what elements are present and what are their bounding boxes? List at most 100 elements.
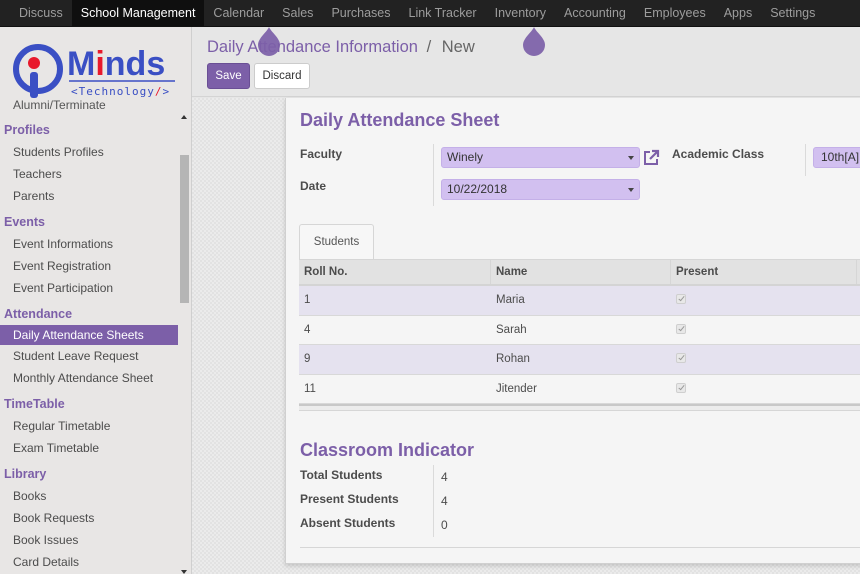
- scroll-up-arrow-icon[interactable]: [181, 115, 187, 119]
- nav-sales[interactable]: Sales: [273, 0, 322, 26]
- table-footer: [299, 404, 860, 411]
- total-students-label: Total Students: [300, 468, 383, 482]
- cell-present: [671, 375, 857, 404]
- sidebar-scrollbar[interactable]: [179, 105, 191, 574]
- sidebar-item-regular-timetable[interactable]: Regular Timetable: [0, 415, 178, 437]
- sidebar-section-events: Events: [4, 215, 45, 229]
- logo-graphic: Minds <Technology/>: [13, 44, 175, 98]
- sidebar-item-book-requests[interactable]: Book Requests: [0, 507, 178, 529]
- sidebar-section-attendance: Attendance: [4, 307, 73, 321]
- cell-present: [671, 286, 857, 315]
- present-checkbox[interactable]: [676, 382, 686, 393]
- top-navbar: Discuss School Management Calendar Sales…: [0, 0, 860, 27]
- sidebar-item-event-informations[interactable]: Event Informations: [0, 233, 178, 255]
- nav-school-management[interactable]: School Management: [71, 0, 205, 26]
- sidebar-item-books[interactable]: Books: [0, 485, 178, 507]
- sidebar-item-exam-timetable[interactable]: Exam Timetable: [0, 437, 178, 459]
- cell-present: [671, 345, 857, 374]
- sidebar-item-card-details[interactable]: Card Details: [0, 551, 178, 573]
- nav-inventory[interactable]: Inventory: [486, 0, 555, 26]
- cell-roll-no: 9: [304, 353, 311, 365]
- breadcrumb: Daily Attendance Information / New: [207, 38, 475, 57]
- column-header-present[interactable]: Present: [671, 260, 857, 284]
- sidebar-section-profiles: Profiles: [4, 123, 50, 137]
- academic-class-value: 10th[A]: [821, 150, 860, 164]
- nav-discuss[interactable]: Discuss: [10, 0, 72, 26]
- cell-name: Maria: [496, 294, 525, 306]
- field-divider: [433, 144, 434, 206]
- external-link-icon[interactable]: [642, 149, 660, 167]
- classroom-indicator-title: Classroom Indicator: [300, 440, 475, 460]
- sidebar-menu: Alumni/Terminate Profiles Students Profi…: [0, 100, 178, 573]
- students-table: Roll No. Name Present 1 Maria 4 Sarah 9 …: [299, 259, 860, 411]
- cell-name: Rohan: [496, 353, 530, 365]
- sidebar-section-library: Library: [4, 467, 47, 481]
- field-divider: [805, 144, 806, 176]
- nav-settings[interactable]: Settings: [761, 0, 824, 26]
- cell-roll-no: 4: [304, 323, 311, 336]
- total-students-value: 4: [441, 470, 448, 484]
- chevron-down-icon: [628, 188, 634, 192]
- divider: [300, 547, 860, 548]
- sidebar-item-student-leave-request[interactable]: Student Leave Request: [0, 345, 178, 367]
- sidebar-item-daily-attendance-sheets[interactable]: Daily Attendance Sheets: [0, 325, 178, 345]
- nav-purchases[interactable]: Purchases: [322, 0, 399, 26]
- column-header-name[interactable]: Name: [491, 260, 671, 284]
- logo-brand-text: Minds: [67, 45, 165, 83]
- date-value: 10/22/2018: [447, 182, 508, 196]
- touch-indicator-icon: [257, 26, 281, 56]
- breadcrumb-parent-link[interactable]: Daily Attendance Information: [207, 38, 418, 56]
- cell-roll-no: 1: [304, 294, 311, 306]
- form-sheet: Daily Attendance Sheet Faculty Date Wine…: [285, 98, 860, 564]
- sidebar-scrollbar-thumb[interactable]: [180, 155, 189, 303]
- faculty-value: Winely: [447, 150, 484, 164]
- present-checkbox[interactable]: [676, 353, 686, 363]
- sidebar-item-event-participation[interactable]: Event Participation: [0, 277, 178, 299]
- nav-calendar[interactable]: Calendar: [204, 0, 273, 26]
- faculty-select[interactable]: Winely: [441, 147, 640, 168]
- sidebar-item-parents[interactable]: Parents: [0, 185, 178, 207]
- present-students-label: Present Students: [300, 492, 399, 506]
- nav-employees[interactable]: Employees: [635, 0, 715, 26]
- logo-tagline: <Technology/>: [71, 85, 170, 98]
- present-students-value: 4: [441, 494, 448, 508]
- academic-class-select[interactable]: 10th[A]: [813, 147, 860, 168]
- academic-class-label: Academic Class: [672, 147, 765, 161]
- present-checkbox[interactable]: [676, 323, 686, 334]
- sidebar-item-book-issues[interactable]: Book Issues: [0, 529, 178, 551]
- table-row[interactable]: 11 Jitender: [299, 374, 860, 404]
- date-label: Date: [300, 179, 327, 193]
- nav-link-tracker[interactable]: Link Tracker: [400, 0, 486, 26]
- sidebar-item-students-profiles[interactable]: Students Profiles: [0, 141, 178, 163]
- sidebar-section-timetable: TimeTable: [4, 397, 65, 411]
- chevron-down-icon: [628, 156, 634, 160]
- tab-students[interactable]: Students: [299, 224, 374, 260]
- sheet-title: Daily Attendance Sheet: [300, 110, 500, 130]
- table-row[interactable]: 1 Maria: [299, 286, 860, 316]
- nav-accounting[interactable]: Accounting: [555, 0, 635, 26]
- date-picker[interactable]: 10/22/2018: [441, 179, 640, 200]
- table-row[interactable]: 9 Rohan: [299, 345, 860, 375]
- sidebar-item-event-registration[interactable]: Event Registration: [0, 255, 178, 277]
- present-checkbox[interactable]: [676, 294, 686, 304]
- column-header-roll-no[interactable]: Roll No.: [299, 260, 491, 284]
- breadcrumb-separator: /: [426, 38, 432, 56]
- absent-students-value: 0: [441, 518, 448, 532]
- sidebar-item-monthly-attendance-sheet[interactable]: Monthly Attendance Sheet: [0, 367, 178, 389]
- table-header: Roll No. Name Present: [299, 259, 860, 286]
- sidebar-item-teachers[interactable]: Teachers: [0, 163, 178, 185]
- table-row[interactable]: 4 Sarah: [299, 315, 860, 345]
- sidebar-item-alumni-terminate[interactable]: Alumni/Terminate: [0, 100, 178, 116]
- save-button[interactable]: Save: [207, 63, 250, 89]
- scroll-down-arrow-icon[interactable]: [181, 570, 187, 574]
- cell-name: Jitender: [496, 382, 537, 395]
- company-logo[interactable]: Minds <Technology/>: [12, 35, 182, 103]
- faculty-label: Faculty: [300, 147, 343, 161]
- discard-button[interactable]: Discard: [254, 63, 310, 89]
- absent-students-label: Absent Students: [300, 516, 396, 530]
- sidebar: Minds <Technology/> Alumni/Terminate Pro…: [0, 27, 192, 574]
- nav-apps[interactable]: Apps: [715, 0, 762, 26]
- cell-present: [671, 316, 857, 345]
- cell-name: Sarah: [496, 323, 527, 336]
- touch-indicator-icon: [522, 26, 546, 56]
